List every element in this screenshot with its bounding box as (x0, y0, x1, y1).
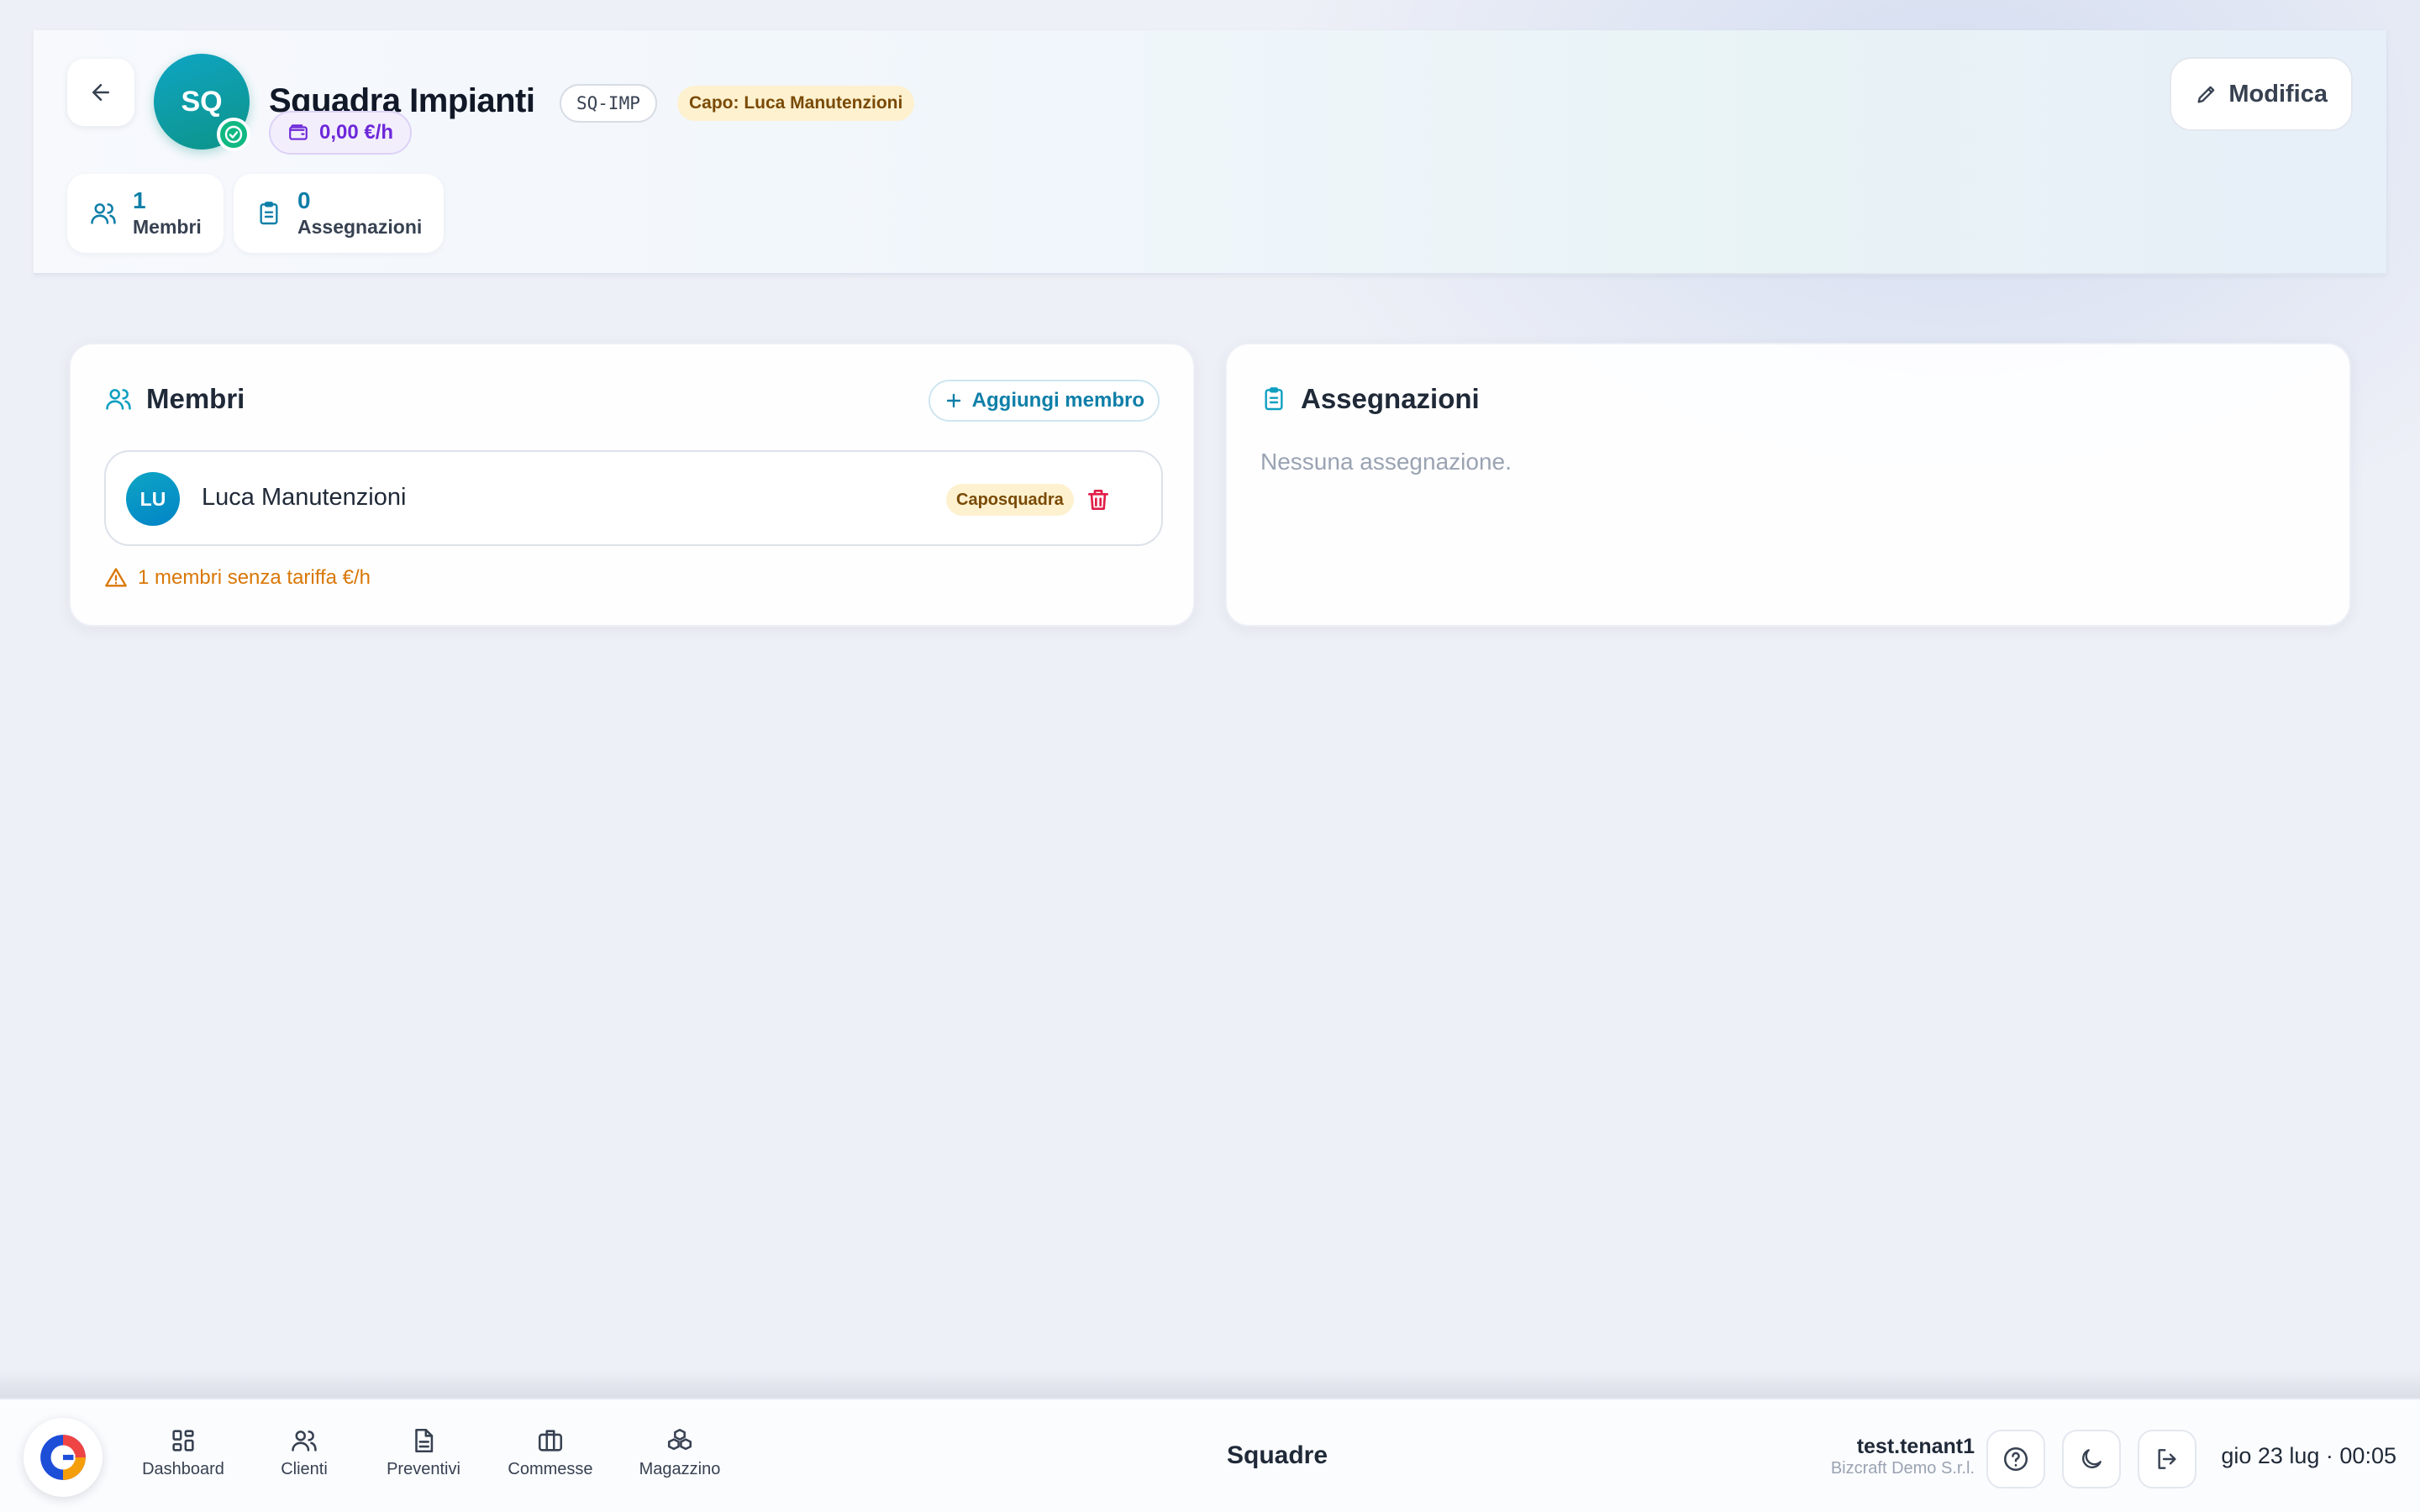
app-logo-button[interactable] (24, 1418, 103, 1497)
clipboard-icon (1265, 387, 1283, 411)
edit-button[interactable]: Modifica (2170, 57, 2353, 131)
moon-icon (2082, 1449, 2102, 1468)
stat-members: 1 Membri (67, 174, 224, 253)
verified-badge (217, 118, 250, 151)
help-circle-icon (2003, 1446, 2028, 1472)
members-card-title: Membri (104, 383, 245, 415)
stat-assignments-label: Assegnazioni (297, 216, 423, 238)
document-icon (415, 1428, 434, 1453)
team-avatar-initials: SQ (181, 85, 223, 118)
stat-members-value: 1 (133, 187, 146, 213)
stat-members-label: Membri (133, 216, 202, 238)
edit-button-label: Modifica (2228, 80, 2328, 108)
member-row[interactable]: LU Luca Manutenzioni Caposquadra (104, 450, 1163, 546)
current-section-title: Squadre (1227, 1441, 1328, 1469)
user-name: test.tenant1 (1856, 1435, 1975, 1458)
help-button[interactable] (1986, 1430, 2045, 1488)
missing-rate-warning: 1 membri senza tariffa €/h (104, 566, 371, 590)
users-icon (91, 203, 116, 224)
nav-preventivi-label: Preventivi (387, 1460, 460, 1478)
back-button[interactable] (67, 59, 134, 126)
app-logo-icon (40, 1435, 86, 1480)
assignments-empty-message: Nessuna assegnazione. (1260, 449, 1512, 475)
team-code-badge: SQ-IMP (560, 84, 657, 123)
nav-clienti[interactable]: Clienti (264, 1426, 345, 1490)
trash-icon (1088, 490, 1108, 510)
nav-dashboard-label: Dashboard (142, 1460, 224, 1478)
clock-display: gio 23 lug · 00:05 (2221, 1443, 2396, 1468)
nav-commesse-label: Commesse (508, 1460, 593, 1478)
members-card-title-text: Membri (146, 383, 245, 414)
wallet-icon (289, 124, 308, 140)
hourly-rate-value: 0,00 €/h (319, 121, 394, 144)
team-header: SQ Squadra Impianti SQ-IMP Capo: Luca Ma… (34, 30, 2386, 275)
assignments-card-title: Assegnazioni (1260, 383, 1480, 415)
hourly-rate-badge: 0,00 €/h (269, 111, 413, 155)
clipboard-icon (260, 202, 278, 225)
bottombar-shadow (0, 1369, 2420, 1399)
stat-assignments: 0 Assegnazioni (234, 174, 445, 253)
user-company: Bizcraft Demo S.r.l. (1830, 1459, 1975, 1478)
nav-clienti-label: Clienti (281, 1460, 328, 1478)
warning-triangle-icon (105, 568, 127, 587)
check-circle-icon (224, 125, 243, 144)
nav-dashboard[interactable]: Dashboard (134, 1426, 232, 1490)
assignments-card: Assegnazioni Nessuna assegnazione. (1225, 343, 2351, 627)
member-role-badge: Caposquadra (946, 484, 1074, 516)
nav-commesse[interactable]: Commesse (501, 1426, 600, 1490)
add-member-label: Aggiungi membro (971, 389, 1144, 412)
stat-assignments-value: 0 (297, 187, 311, 213)
assignments-card-title-text: Assegnazioni (1301, 383, 1480, 414)
plus-icon (946, 393, 960, 408)
bottom-nav-bar: Dashboard Clienti Preventivi Commesse Ma… (0, 1398, 2420, 1512)
grid-icon (172, 1430, 194, 1452)
missing-rate-warning-text: 1 membri senza tariffa €/h (138, 566, 371, 589)
users-icon (292, 1431, 317, 1452)
user-info: test.tenant1 Bizcraft Demo S.r.l. (1831, 1435, 1975, 1478)
member-avatar: LU (126, 472, 180, 526)
add-member-button[interactable]: Aggiungi membro (928, 380, 1160, 422)
member-name: Luca Manutenzioni (202, 484, 407, 511)
member-avatar-initials: LU (139, 487, 166, 510)
nav-magazzino-label: Magazzino (639, 1460, 721, 1478)
users-icon (106, 389, 131, 410)
logout-icon (2158, 1449, 2176, 1469)
nav-magazzino[interactable]: Magazzino (627, 1426, 733, 1490)
logout-button[interactable] (2138, 1430, 2196, 1488)
arrow-left-icon (92, 84, 109, 101)
briefcase-icon (538, 1430, 563, 1452)
members-card: Membri Aggiungi membro LU Luca Manutenzi… (69, 343, 1195, 627)
capo-badge: Capo: Luca Manutenzioni (677, 86, 915, 121)
theme-toggle-button[interactable] (2062, 1430, 2121, 1488)
boxes-icon (667, 1428, 692, 1451)
pencil-icon (2197, 86, 2215, 103)
nav-preventivi[interactable]: Preventivi (373, 1426, 474, 1490)
delete-member-button[interactable] (1081, 482, 1116, 517)
